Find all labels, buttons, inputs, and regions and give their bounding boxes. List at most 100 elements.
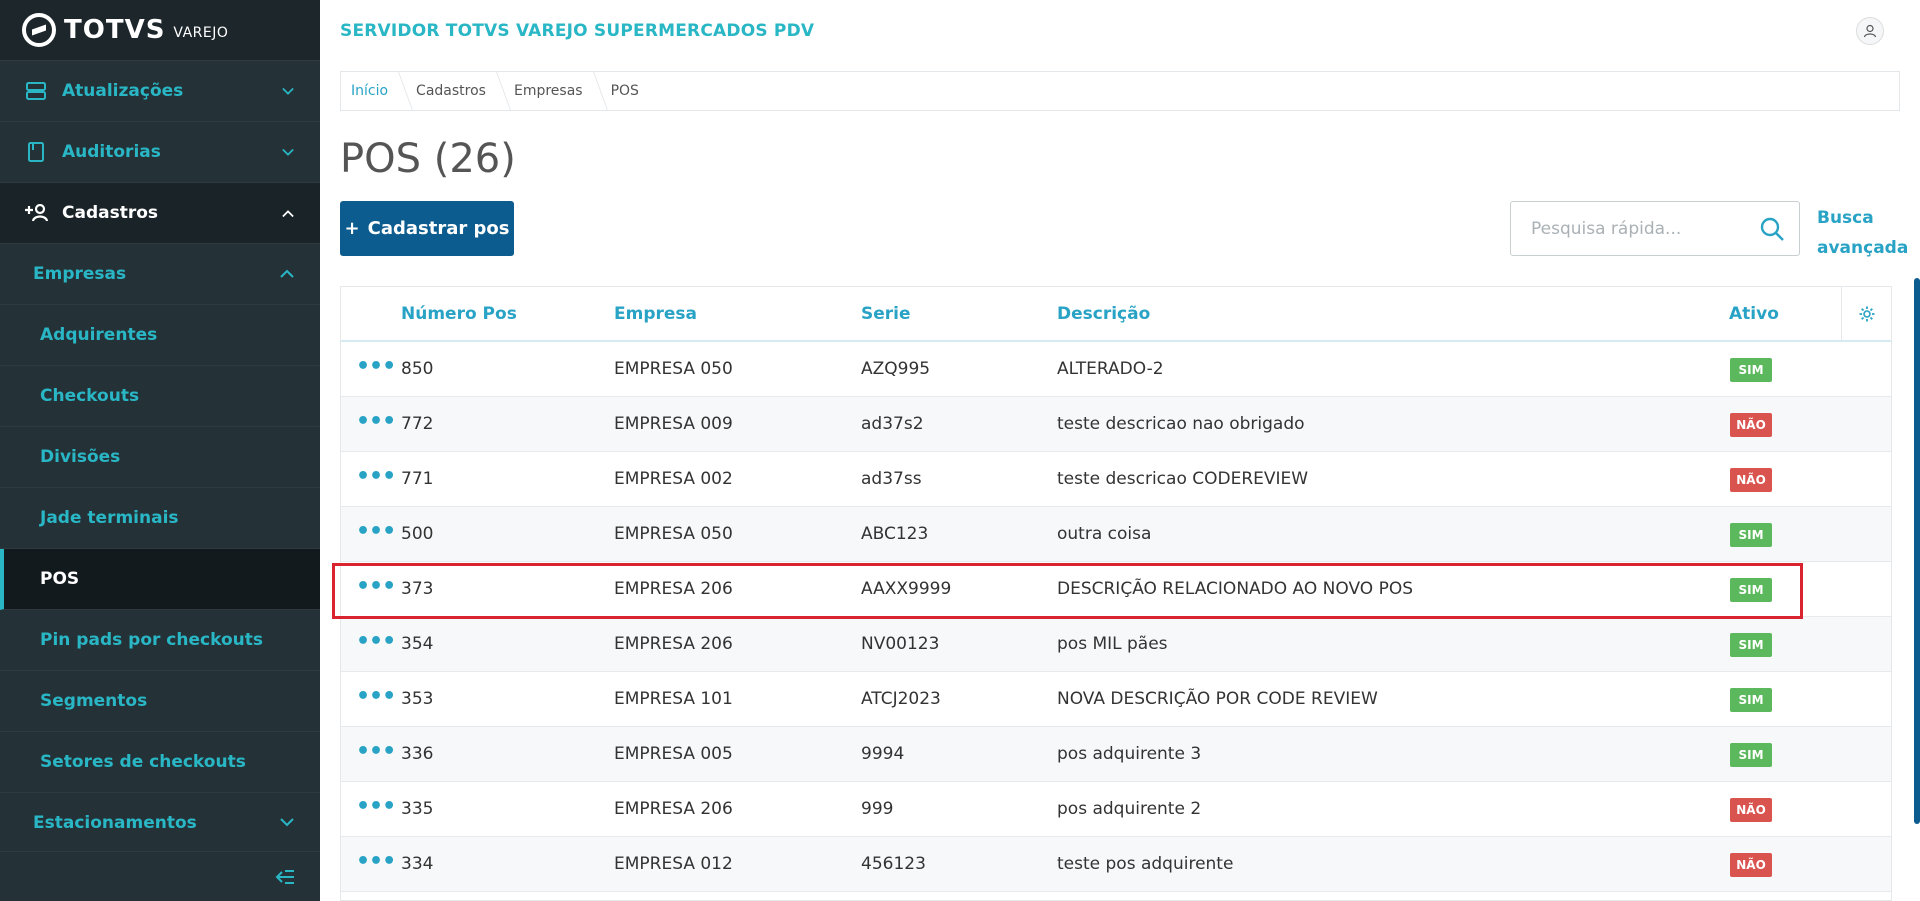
cell-numero: 336 (401, 744, 434, 764)
totvs-logo-icon (22, 13, 56, 47)
table-row[interactable]: ••• 771 EMPRESA 002 ad37ss teste descricao C… (341, 452, 1891, 507)
cell-numero: 354 (401, 634, 434, 654)
table-row[interactable]: ••• 850 EMPRESA 050 AZQ995 ALTERADO-2 SIM (341, 342, 1891, 397)
sidebar-footer (0, 851, 320, 901)
cell-empresa: EMPRESA 101 (614, 689, 733, 709)
more-actions-icon[interactable]: ••• (356, 409, 396, 434)
cell-numero: 335 (401, 799, 434, 819)
sidebar-item-adquirentes[interactable]: Adquirentes (0, 305, 320, 366)
sidebar-item-divisoes[interactable]: Divisões (0, 427, 320, 488)
cell-numero: 500 (401, 524, 434, 544)
chevron-up-icon (282, 207, 294, 219)
more-actions-icon[interactable]: ••• (356, 519, 396, 544)
sidebar-item-jade-terminais[interactable]: Jade terminais (0, 488, 320, 549)
sidebar-sub-label: Estacionamentos (33, 813, 197, 833)
column-numero-pos[interactable]: Número Pos (401, 304, 517, 324)
advanced-search-line1: Busca (1817, 208, 1874, 228)
sidebar: TOTVS VAREJO Atualizações Auditorias Cad… (0, 0, 320, 901)
more-actions-icon[interactable]: ••• (356, 629, 396, 654)
sidebar-item-checkouts[interactable]: Checkouts (0, 366, 320, 427)
breadcrumb-inicio[interactable]: Início (341, 72, 406, 110)
cell-empresa: EMPRESA 005 (614, 744, 733, 764)
table-row[interactable]: ••• 354 EMPRESA 206 NV00123 pos MIL pães SIM (341, 617, 1891, 672)
more-actions-icon[interactable]: ••• (356, 739, 396, 764)
sidebar-item-label: Atualizações (62, 81, 184, 101)
sidebar-item-segmentos[interactable]: Segmentos (0, 671, 320, 732)
more-actions-icon[interactable]: ••• (356, 574, 396, 599)
sidebar-item-estacionamentos[interactable]: Estacionamentos (0, 793, 320, 854)
quick-search (1510, 201, 1800, 256)
table-row[interactable]: ••• 336 EMPRESA 005 9994 pos adquirente 3 SIM (341, 727, 1891, 782)
cell-serie: ad37ss (861, 469, 922, 489)
book-icon (24, 142, 48, 162)
cell-empresa: EMPRESA 206 (614, 634, 733, 654)
sidebar-item-setores[interactable]: Setores de checkouts (0, 732, 320, 793)
column-serie[interactable]: Serie (861, 304, 911, 324)
sidebar-item-auditorias[interactable]: Auditorias (0, 122, 320, 183)
sidebar-item-label: Cadastros (62, 203, 159, 223)
gear-icon[interactable] (1841, 287, 1891, 340)
sidebar-leaf-label: Adquirentes (40, 325, 158, 345)
sidebar-leaf-label: POS (40, 569, 80, 589)
table-row[interactable]: ••• 500 EMPRESA 050 ABC123 outra coisa SIM (341, 507, 1891, 562)
chevron-up-icon (280, 266, 294, 282)
scrollbar[interactable] (1914, 278, 1920, 824)
status-badge: SIM (1730, 688, 1772, 712)
column-empresa[interactable]: Empresa (614, 304, 697, 324)
cell-empresa: EMPRESA 009 (614, 414, 733, 434)
sidebar-leaf-label: Pin pads por checkouts (40, 630, 263, 650)
user-avatar[interactable] (1856, 17, 1884, 45)
more-actions-icon[interactable]: ••• (356, 684, 396, 709)
table-row[interactable]: ••• 353 EMPRESA 101 ATCJ2023 NOVA DESCRIÇÃO … (341, 672, 1891, 727)
add-pos-button[interactable]: + Cadastrar pos (340, 201, 514, 256)
breadcrumb-pos: POS (610, 83, 639, 99)
quick-search-input[interactable] (1531, 218, 1751, 239)
advanced-search-line2: avançada (1817, 238, 1909, 258)
cell-descricao: teste descricao nao obrigado (1057, 414, 1305, 434)
sidebar-sub-label: Empresas (33, 264, 127, 284)
cell-numero: 334 (401, 854, 434, 874)
sidebar-item-pin-pads[interactable]: Pin pads por checkouts (0, 610, 320, 671)
more-actions-icon[interactable]: ••• (356, 464, 396, 489)
table-row[interactable]: ••• 772 EMPRESA 009 ad37s2 teste descricao n… (341, 397, 1891, 452)
sidebar-item-cadastros[interactable]: Cadastros (0, 183, 320, 244)
pos-table: Número Pos Empresa Serie Descrição Ativo… (340, 286, 1892, 901)
search-icon[interactable] (1759, 216, 1785, 242)
cell-numero: 850 (401, 359, 434, 379)
more-actions-icon[interactable]: ••• (356, 794, 396, 819)
status-badge: SIM (1730, 578, 1772, 602)
table-row[interactable]: ••• 334 EMPRESA 012 456123 teste pos adquire… (341, 837, 1891, 892)
page-title: POS (26) (340, 136, 516, 182)
more-actions-icon[interactable]: ••• (356, 849, 396, 874)
main-content: SERVIDOR TOTVS VAREJO SUPERMERCADOS PDV … (320, 0, 1920, 901)
cell-descricao: teste descricao CODEREVIEW (1057, 469, 1309, 489)
more-actions-icon[interactable]: ••• (356, 354, 396, 379)
status-badge: SIM (1730, 523, 1772, 547)
cell-serie: AAXX9999 (861, 579, 952, 599)
sidebar-item-label: Auditorias (62, 142, 161, 162)
sidebar-item-pos[interactable]: POS (0, 549, 320, 610)
totvs-logo[interactable]: TOTVS VAREJO (0, 0, 320, 61)
chevron-down-icon (280, 815, 294, 831)
cell-serie: 9994 (861, 744, 905, 764)
table-row[interactable]: ••• 373 EMPRESA 206 AAXX9999 DESCRIÇÃO RELAC… (341, 562, 1891, 617)
cell-descricao: teste pos adquirente (1057, 854, 1234, 874)
cell-serie: ABC123 (861, 524, 929, 544)
cell-numero: 353 (401, 689, 434, 709)
logo-sub: VAREJO (173, 25, 229, 41)
table-row[interactable]: ••• 335 EMPRESA 206 999 pos adquirente 2 NÃO (341, 782, 1891, 837)
table-body: ••• 850 EMPRESA 050 AZQ995 ALTERADO-2 SIM ••• 7… (341, 342, 1891, 892)
collapse-menu-icon[interactable] (274, 866, 296, 888)
cell-serie: 456123 (861, 854, 926, 874)
status-badge: SIM (1730, 358, 1772, 382)
column-descricao[interactable]: Descrição (1057, 304, 1150, 324)
cell-descricao: ALTERADO-2 (1057, 359, 1164, 379)
sidebar-item-empresas[interactable]: Empresas (0, 244, 320, 305)
cell-empresa: EMPRESA 050 (614, 524, 733, 544)
sidebar-leaf-label: Divisões (40, 447, 121, 467)
advanced-search-link[interactable]: Busca avançada (1817, 203, 1917, 263)
status-badge: NÃO (1730, 798, 1772, 822)
cell-empresa: EMPRESA 012 (614, 854, 733, 874)
column-ativo[interactable]: Ativo (1729, 304, 1779, 324)
sidebar-item-atualizacoes[interactable]: Atualizações (0, 61, 320, 122)
